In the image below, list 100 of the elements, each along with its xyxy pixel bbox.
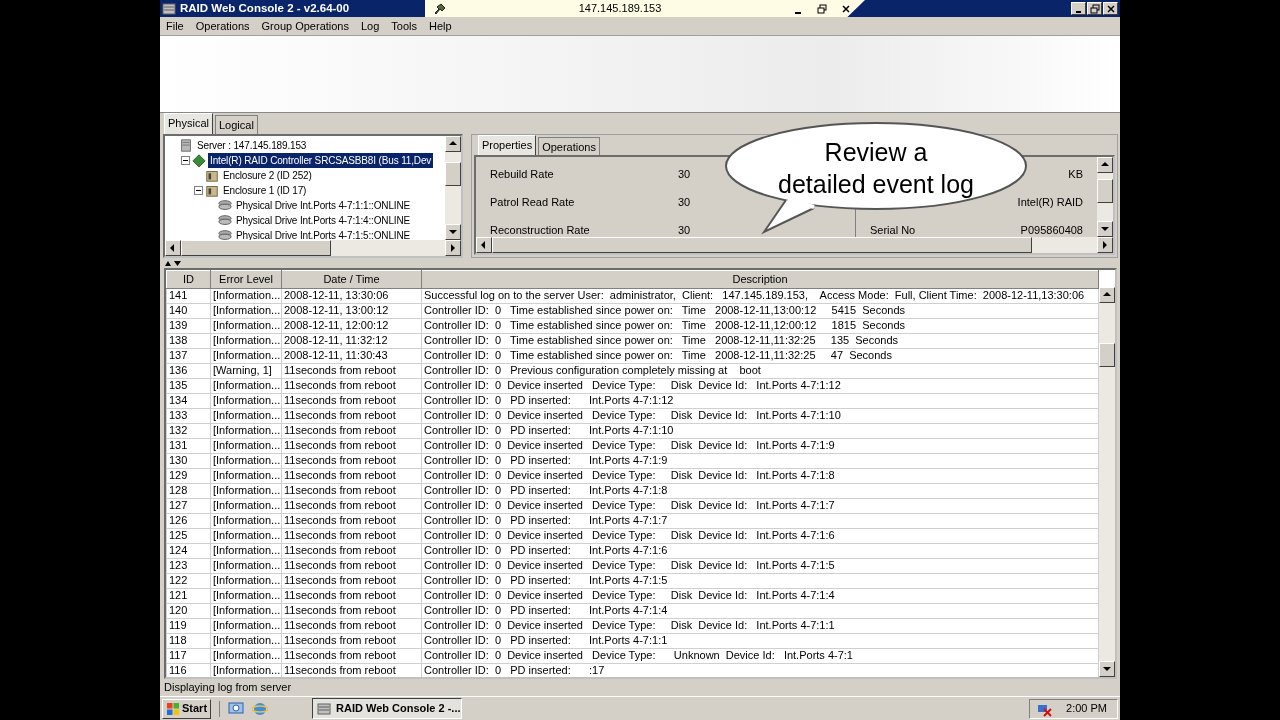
table-cell: 2008-12-11, 13:30:06 bbox=[281, 288, 422, 303]
table-cell: [Information... bbox=[210, 618, 282, 633]
table-cell: [Information... bbox=[210, 393, 282, 408]
horizontal-scrollbar[interactable] bbox=[476, 237, 1113, 253]
scroll-right-button[interactable] bbox=[445, 240, 461, 256]
table-cell: Controller ID: 0 Time established since power on: Time 2008-12-11,11:32:25 47 Seconds bbox=[421, 348, 1099, 363]
table-cell: Controller ID: 0 Device inserted Device Type: Disk Device Id: Int.Ports 4-7:1:10 bbox=[421, 408, 1099, 423]
property-value: KB bbox=[1068, 167, 1083, 180]
table-cell: Controller ID: 0 Device inserted Device Type: Disk Device Id: Int.Ports 4-7:1:6 bbox=[421, 528, 1099, 543]
table-cell: Controller ID: 0 PD inserted: Int.Ports 4-7:1:6 bbox=[421, 543, 1099, 558]
horizontal-scrollbar[interactable] bbox=[165, 240, 461, 256]
tree-item[interactable]: Intel(R) RAID Controller SRCSASBB8I (Bus 11,Dev bbox=[208, 153, 434, 168]
table-cell: [Information... bbox=[210, 408, 282, 423]
app-icon bbox=[162, 1, 176, 16]
scroll-down-button[interactable] bbox=[1097, 221, 1113, 237]
controller-icon bbox=[192, 153, 206, 168]
property-label: Reconstruction Rate bbox=[490, 223, 591, 236]
tree-item[interactable]: Enclosure 1 (ID 17) bbox=[221, 183, 309, 198]
table-cell: 117 bbox=[166, 648, 211, 663]
table-cell: 11seconds from reboot bbox=[281, 558, 422, 573]
scroll-up-button[interactable] bbox=[445, 136, 461, 152]
restore-icon[interactable] bbox=[1089, 3, 1100, 14]
table-cell: Controller ID: 0 PD inserted: Int.Ports 4-7:1:10 bbox=[421, 423, 1099, 438]
taskbar-button[interactable]: RAID Web Console 2 -... bbox=[312, 698, 463, 719]
table-cell: [Information... bbox=[210, 438, 282, 453]
close-icon[interactable] bbox=[1105, 3, 1116, 14]
tree-item[interactable]: Enclosure 2 (ID 252) bbox=[221, 168, 314, 183]
drive-icon bbox=[218, 198, 232, 213]
start-button[interactable]: Start bbox=[162, 698, 212, 719]
table-cell: [Information... bbox=[210, 588, 282, 603]
table-cell: 11seconds from reboot bbox=[281, 408, 422, 423]
collapse-icon[interactable] bbox=[194, 186, 203, 195]
collapse-icon[interactable] bbox=[181, 156, 190, 165]
scroll-left-button[interactable] bbox=[476, 237, 492, 253]
table-cell: 124 bbox=[166, 543, 211, 558]
table-cell: 11seconds from reboot bbox=[281, 543, 422, 558]
scrollbar-thumb[interactable] bbox=[1099, 343, 1115, 367]
scroll-down-button[interactable] bbox=[445, 224, 461, 240]
restore-icon[interactable] bbox=[817, 3, 827, 14]
table-cell: 119 bbox=[166, 618, 211, 633]
table-cell: Successful log on to the server User: administrator, Client: 147.145.189.153, Access Mode: Full, Client Time: 2008-12-11,13:30:06 bbox=[421, 288, 1099, 303]
table-cell: 129 bbox=[166, 468, 211, 483]
table-cell: 138 bbox=[166, 333, 211, 348]
table-cell: 130 bbox=[166, 453, 211, 468]
scroll-up-button[interactable] bbox=[1099, 287, 1115, 303]
table-cell: 2008-12-11, 12:00:12 bbox=[281, 318, 422, 333]
menu-item[interactable]: Tools bbox=[385, 17, 424, 35]
table-cell: 133 bbox=[166, 408, 211, 423]
menu-item[interactable]: Help bbox=[423, 17, 458, 35]
tab[interactable]: Properties bbox=[478, 134, 537, 156]
callout-text: Review a detailed event log bbox=[777, 137, 975, 200]
tree-item[interactable]: Physical Drive Int.Ports 4-7:1:4::ONLINE bbox=[234, 213, 413, 228]
property-value: Intel(R) RAID bbox=[1017, 195, 1083, 208]
column-header[interactable]: Description bbox=[421, 270, 1099, 288]
column-header[interactable]: Error Level bbox=[210, 270, 282, 288]
tab[interactable]: Operations bbox=[538, 136, 600, 156]
tree-item[interactable]: Physical Drive Int.Ports 4-7:1:1::ONLINE bbox=[234, 198, 413, 213]
desktop-icon[interactable] bbox=[228, 700, 245, 717]
table-cell: Controller ID: 0 PD inserted: Int.Ports 4-7:1:1 bbox=[421, 633, 1099, 648]
table-cell: 11seconds from reboot bbox=[281, 528, 422, 543]
tab[interactable]: Logical bbox=[214, 114, 258, 134]
table-cell: 116 bbox=[166, 663, 211, 677]
table-cell: 2008-12-11, 11:32:12 bbox=[281, 333, 422, 348]
vertical-scrollbar[interactable] bbox=[445, 136, 461, 240]
scroll-left-button[interactable] bbox=[165, 240, 181, 256]
window-title: RAID Web Console 2 - v2.64-00 bbox=[180, 0, 350, 16]
scroll-right-button[interactable] bbox=[1097, 237, 1113, 253]
scrollbar-thumb[interactable] bbox=[492, 237, 1032, 253]
vertical-scrollbar[interactable] bbox=[1097, 157, 1113, 237]
table-cell: [Information... bbox=[210, 288, 282, 303]
table-cell: 11seconds from reboot bbox=[281, 498, 422, 513]
table-cell: Controller ID: 0 PD inserted: Int.Ports 4-7:1:7 bbox=[421, 513, 1099, 528]
table-cell: [Information... bbox=[210, 648, 282, 663]
property-value: P095860408 bbox=[1020, 223, 1083, 236]
table-cell: Controller ID: 0 PD inserted: Int.Ports 4-7:1:4 bbox=[421, 603, 1099, 618]
scrollbar-thumb[interactable] bbox=[445, 162, 461, 186]
splitter-arrows-icon[interactable] bbox=[164, 259, 182, 267]
scroll-up-button[interactable] bbox=[1097, 157, 1113, 173]
table-cell: 11seconds from reboot bbox=[281, 378, 422, 393]
column-header[interactable]: Date / Time bbox=[281, 270, 422, 288]
column-header[interactable]: ID bbox=[166, 270, 211, 288]
server-icon bbox=[179, 138, 193, 153]
pin-icon[interactable] bbox=[433, 2, 447, 15]
scrollbar-thumb[interactable] bbox=[181, 240, 331, 256]
table-cell: 11seconds from reboot bbox=[281, 393, 422, 408]
scroll-down-button[interactable] bbox=[1099, 661, 1115, 677]
menu-item[interactable]: File bbox=[160, 17, 190, 35]
table-cell: 136 bbox=[166, 363, 211, 378]
table-cell: [Information... bbox=[210, 348, 282, 363]
vertical-scrollbar[interactable] bbox=[1099, 287, 1115, 677]
table-cell: [Information... bbox=[210, 633, 282, 648]
scrollbar-thumb[interactable] bbox=[1097, 179, 1113, 203]
tree-item[interactable]: Server : 147.145.189.153 bbox=[195, 138, 309, 153]
menu-item[interactable]: Log bbox=[355, 17, 386, 35]
menu-item[interactable]: Group Operations bbox=[255, 17, 355, 35]
table-cell: [Information... bbox=[210, 423, 282, 438]
tab[interactable]: Physical bbox=[164, 112, 213, 134]
windows-logo-icon bbox=[166, 701, 180, 716]
menu-item[interactable]: Operations bbox=[189, 17, 256, 35]
close-icon[interactable] bbox=[841, 3, 851, 14]
